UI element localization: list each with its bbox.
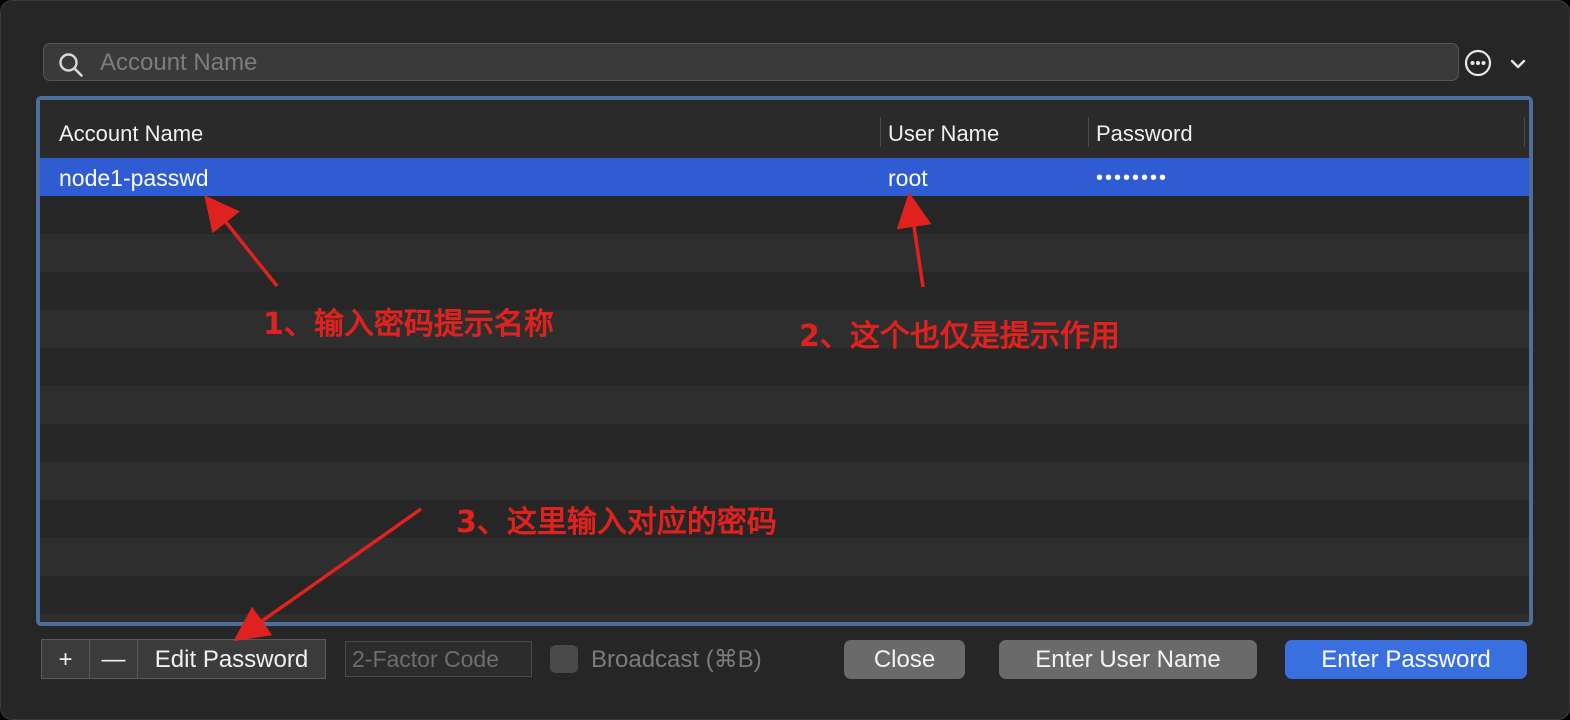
annotation-3: 3、这里输入对应的密码	[456, 505, 777, 540]
table-header: Account Name User Name Password	[40, 100, 1529, 159]
table-row-empty	[40, 196, 1529, 234]
cell-password: ••••••••	[1096, 167, 1169, 189]
search-input[interactable]	[98, 44, 1442, 82]
chevron-down-icon[interactable]	[1507, 53, 1529, 75]
add-button[interactable]: +	[41, 639, 90, 679]
column-separator[interactable]	[880, 117, 881, 147]
table-row-empty	[40, 348, 1529, 386]
table-row-empty	[40, 614, 1529, 622]
password-manager-window: Account Name User Name Password node1-pa…	[0, 0, 1570, 720]
table-row-empty	[40, 234, 1529, 272]
ellipsis-circle-icon[interactable]	[1463, 48, 1493, 78]
table-row-empty	[40, 576, 1529, 614]
cell-user-name: root	[888, 165, 928, 191]
broadcast-checkbox[interactable]	[550, 645, 578, 673]
table-row-empty	[40, 386, 1529, 424]
table-row-empty	[40, 538, 1529, 576]
search-field[interactable]	[43, 43, 1459, 82]
enter-user-name-button[interactable]: Enter User Name	[999, 640, 1257, 679]
column-separator[interactable]	[1088, 117, 1089, 147]
column-separator[interactable]	[1524, 117, 1525, 147]
table-row-empty	[40, 462, 1529, 500]
column-header-user-name[interactable]: User Name	[888, 100, 999, 158]
column-header-password[interactable]: Password	[1096, 100, 1193, 158]
annotation-2: 2、这个也仅是提示作用	[799, 319, 1120, 354]
search-icon	[59, 53, 83, 77]
close-button[interactable]: Close	[844, 640, 965, 679]
accounts-table: Account Name User Name Password node1-pa…	[36, 96, 1533, 626]
cell-account-name: node1-passwd	[59, 165, 209, 191]
broadcast-label: Broadcast (⌘B)	[591, 646, 762, 673]
column-header-account-name[interactable]: Account Name	[59, 100, 203, 158]
annotation-1: 1、输入密码提示名称	[263, 307, 554, 342]
edit-password-button[interactable]: Edit Password	[137, 639, 326, 679]
remove-button[interactable]: —	[89, 639, 138, 679]
table-row[interactable]: node1-passwd root ••••••••	[40, 158, 1529, 196]
enter-password-button[interactable]: Enter Password	[1285, 640, 1527, 679]
table-row-empty	[40, 500, 1529, 538]
table-row-empty	[40, 424, 1529, 462]
two-factor-code-field[interactable]	[345, 641, 532, 677]
